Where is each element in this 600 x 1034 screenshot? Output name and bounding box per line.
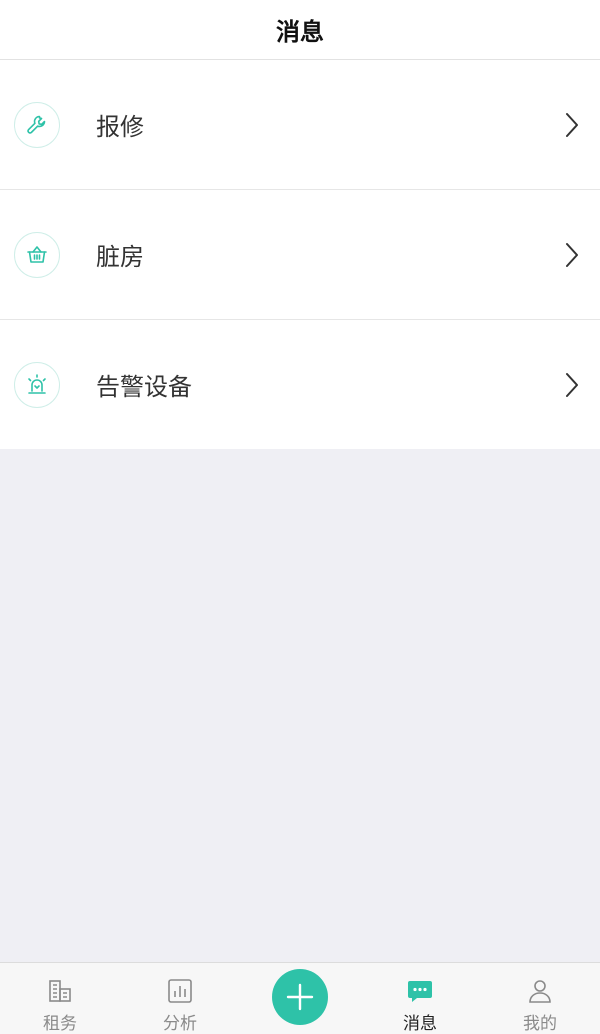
tab-label: 分析 (163, 1014, 197, 1034)
tab-label: 消息 (403, 1014, 437, 1034)
message-item-label: 告警设备 (96, 373, 192, 401)
wrench-icon (14, 101, 60, 148)
building-icon (49, 980, 71, 1002)
tab-mine[interactable]: 我的 (480, 963, 600, 1034)
chevron-right-icon (566, 242, 578, 267)
page-title: 消息 (276, 18, 324, 46)
message-item-alarm-device[interactable]: 告警设备 (0, 320, 600, 449)
chevron-right-icon (566, 372, 578, 397)
tab-label: 我的 (523, 1014, 557, 1034)
header: 消息 (0, 0, 600, 60)
tab-label: 租务 (43, 1014, 77, 1034)
basket-icon (14, 231, 60, 278)
message-list: 报修 脏房 告警设备 (0, 60, 600, 449)
chevron-right-icon (566, 112, 578, 137)
tab-rent[interactable]: 租务 (0, 963, 120, 1034)
alarm-light-icon (14, 361, 60, 408)
bar-chart-icon (168, 979, 192, 1003)
tab-messages[interactable]: 消息 (360, 963, 480, 1034)
message-item-label: 报修 (96, 113, 144, 141)
message-icon (408, 981, 432, 1002)
user-icon (529, 980, 551, 1003)
message-item-repair[interactable]: 报修 (0, 60, 600, 190)
message-item-dirty-room[interactable]: 脏房 (0, 190, 600, 320)
tab-analysis[interactable]: 分析 (120, 963, 240, 1034)
message-item-label: 脏房 (96, 243, 144, 271)
add-button[interactable] (272, 969, 328, 1025)
plus-icon (286, 983, 314, 1011)
